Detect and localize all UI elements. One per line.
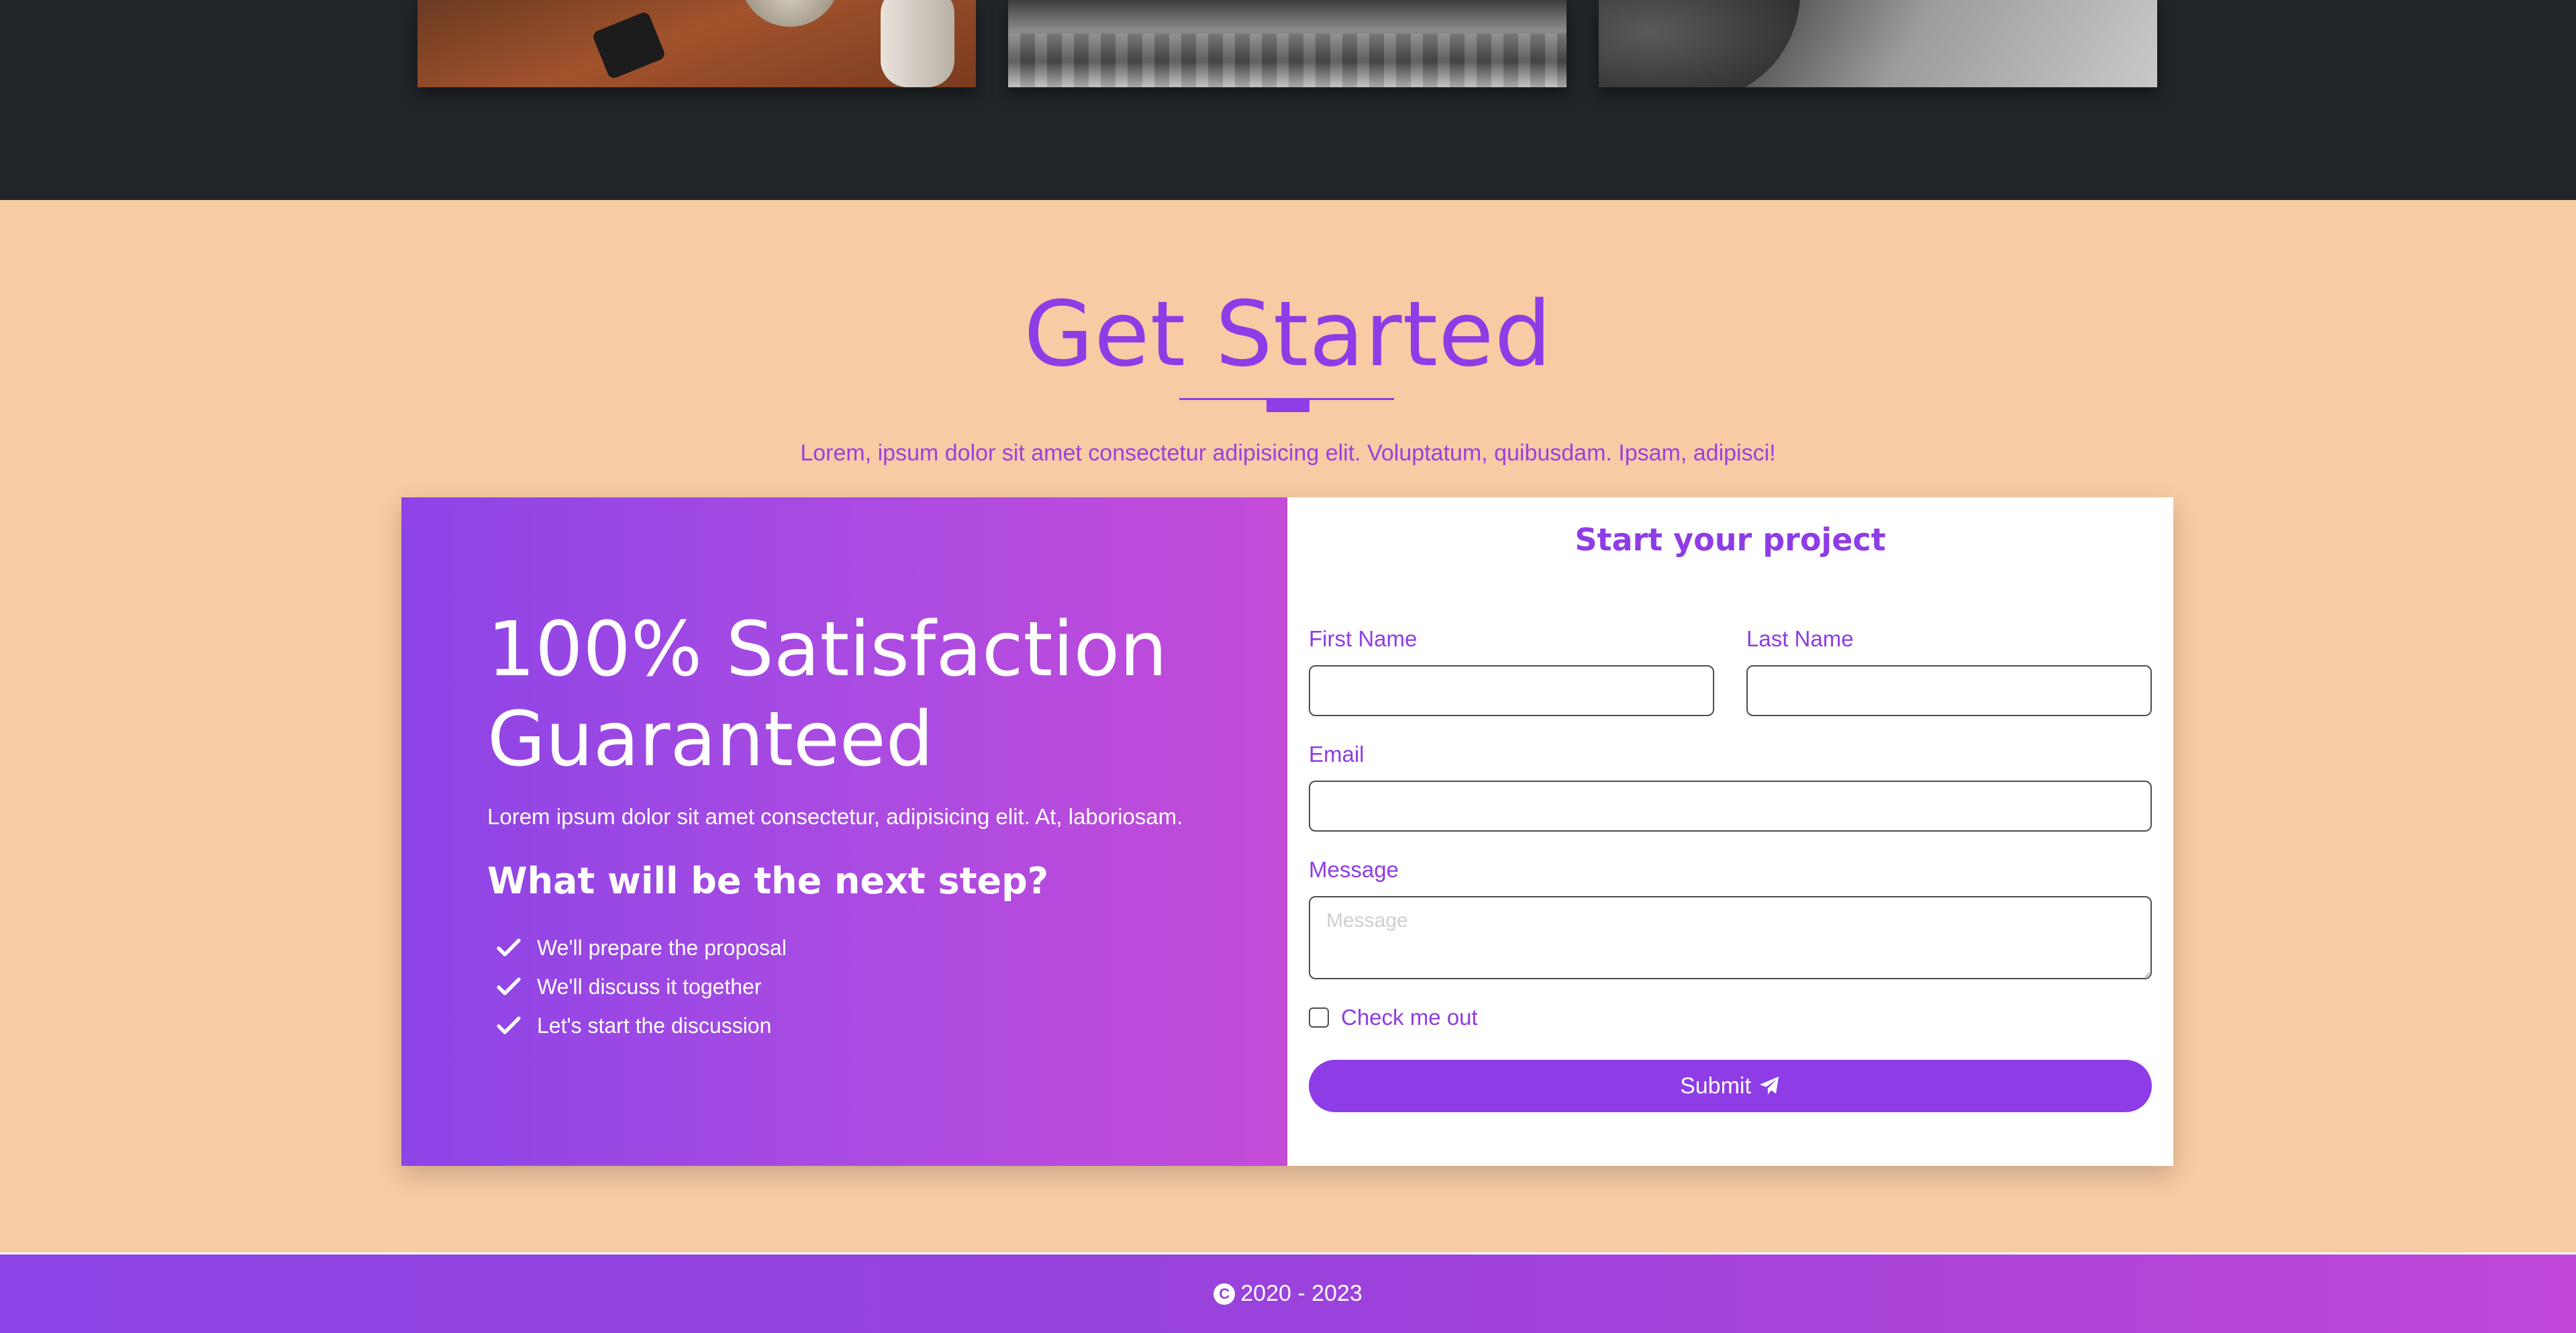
list-item: We'll prepare the proposal: [495, 928, 787, 967]
chair-shape: [881, 0, 954, 87]
step-label: We'll discuss it together: [537, 974, 762, 999]
form-title: Start your project: [1575, 522, 1886, 558]
last-name-field[interactable]: [1746, 665, 2152, 716]
first-name-field[interactable]: [1309, 665, 1714, 716]
promo-panel: 100% Satisfaction Guaranteed Lorem ipsum…: [401, 497, 1287, 1166]
step-label: Let's start the discussion: [537, 1013, 772, 1038]
paper-plane-icon: [1759, 1076, 1779, 1095]
message-label: Message: [1309, 857, 1399, 882]
check-me-out-row[interactable]: Check me out: [1309, 1005, 1478, 1030]
gallery-section: [0, 0, 2576, 200]
cliff-shape: [1599, 0, 1800, 87]
cup-shape: [740, 0, 840, 27]
step-label: We'll prepare the proposal: [537, 935, 787, 960]
email-field[interactable]: [1309, 781, 2152, 832]
list-item: We'll discuss it together: [495, 967, 787, 1006]
promo-text: Lorem ipsum dolor sit amet consectetur, …: [487, 804, 1183, 829]
email-label: Email: [1309, 742, 1365, 767]
next-step-heading: What will be the next step?: [487, 860, 1049, 902]
first-name-label: First Name: [1309, 626, 1418, 651]
check-icon: [497, 977, 521, 995]
promo-title-line2: Guaranteed: [487, 696, 934, 783]
phone-shape: [591, 10, 666, 81]
submit-label: Submit: [1680, 1073, 1751, 1099]
title-divider-accent: [1267, 399, 1309, 412]
check-icon: [497, 1016, 521, 1034]
footer: C 2020 - 2023: [0, 1252, 2576, 1333]
get-started-card: 100% Satisfaction Guaranteed Lorem ipsum…: [401, 497, 2173, 1166]
check-me-out-label[interactable]: Check me out: [1341, 1005, 1478, 1030]
copyright-text: 2020 - 2023: [1240, 1281, 1363, 1306]
gallery-image-1[interactable]: [417, 0, 976, 87]
copyright-icon: C: [1213, 1283, 1236, 1305]
section-subtitle: Lorem, ipsum dolor sit amet consectetur …: [800, 440, 1776, 466]
water-reflection: [1008, 34, 1567, 87]
message-field[interactable]: [1309, 896, 2152, 979]
section-title: Get Started: [1024, 282, 1552, 387]
submit-button[interactable]: Submit: [1309, 1060, 2152, 1112]
gallery-image-2[interactable]: [1008, 0, 1567, 87]
gallery-image-3[interactable]: [1599, 0, 2157, 87]
check-icon: [497, 938, 521, 956]
list-item: Let's start the discussion: [495, 1006, 787, 1045]
project-form: Start your project First Name Last Name …: [1287, 497, 2173, 1166]
promo-title-line1: 100% Satisfaction: [487, 606, 1168, 693]
steps-list: We'll prepare the proposal We'll discuss…: [495, 928, 787, 1045]
check-me-out-checkbox[interactable]: [1309, 1007, 1329, 1028]
promo-title: 100% Satisfaction Guaranteed: [487, 605, 1226, 785]
last-name-label: Last Name: [1746, 626, 1854, 651]
